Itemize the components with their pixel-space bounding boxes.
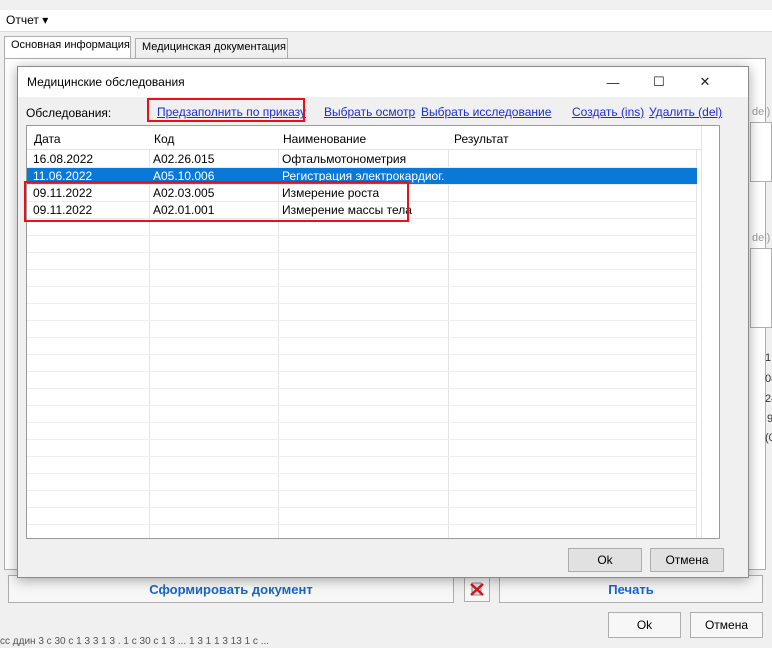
empty-table-row [27, 321, 697, 338]
highlight-new-rows [24, 181, 409, 222]
minimize-button[interactable]: — [590, 67, 636, 97]
empty-table-row [27, 457, 697, 474]
bg-fragment-24: 24 [765, 393, 772, 405]
column-header-result[interactable]: Результат [454, 132, 509, 146]
empty-table-row [27, 372, 697, 389]
bg-list-box-2 [750, 248, 772, 328]
empty-table-row [27, 236, 697, 253]
column-header-code[interactable]: Код [154, 132, 174, 146]
tab-main-info[interactable]: Основная информация [4, 36, 131, 58]
maximize-button[interactable]: ☐ [636, 67, 682, 97]
bg-delete-fragment: del) [752, 106, 771, 118]
empty-table-row [27, 355, 697, 372]
ok-button[interactable]: Ok [568, 548, 642, 572]
bg-fragment-9: 9 [767, 413, 772, 425]
empty-table-row [27, 423, 697, 440]
table-header: Дата Код Наименование Результат [27, 126, 719, 150]
empty-table-row [27, 270, 697, 287]
bg-list-box [750, 122, 772, 182]
vertical-scrollbar[interactable] [701, 126, 719, 538]
print-button[interactable]: Печать [499, 575, 763, 603]
bg-delete-fragment-2: del) [752, 232, 771, 244]
minimize-icon: — [606, 74, 620, 90]
column-header-date[interactable]: Дата [34, 132, 61, 146]
tab-medical-docs[interactable]: Медицинская документация [135, 38, 288, 58]
cell-name: Офтальмотонометрия [282, 152, 407, 166]
table-row[interactable]: 16.08.2022 A02.26.015 Офтальмотонометрия [27, 151, 697, 168]
delete-document-button[interactable] [464, 576, 490, 602]
empty-table-row [27, 508, 697, 525]
empty-table-row [27, 389, 697, 406]
empty-table-row [27, 253, 697, 270]
choose-exam-link[interactable]: Выбрать осмотр [324, 105, 415, 119]
examinations-label: Обследования: [26, 106, 112, 120]
bg-fragment-0: (0 [765, 432, 772, 444]
choose-study-link[interactable]: Выбрать исследование [421, 105, 551, 119]
empty-table-row [27, 491, 697, 508]
generate-document-button[interactable]: Сформировать документ [8, 575, 454, 603]
empty-table-row [27, 440, 697, 457]
menu-bar: Отчет ▾ [0, 10, 772, 32]
bg-fragment-08: 08 [765, 373, 772, 385]
empty-table-row [27, 338, 697, 355]
dialog-titlebar: Медицинские обследования — ☐ ✕ [18, 67, 748, 97]
bg-fragment-1: 1 [765, 352, 772, 364]
cancel-button[interactable]: Отмена [650, 548, 724, 572]
close-icon: ✕ [699, 74, 711, 89]
bg-ok-button[interactable]: Ok [608, 612, 681, 638]
delete-icon [470, 582, 484, 596]
dialog-title: Медицинские обследования [27, 75, 185, 89]
cell-date: 16.08.2022 [33, 152, 94, 166]
close-button[interactable]: ✕ [682, 67, 728, 97]
delete-link[interactable]: Удалить (del) [649, 105, 722, 119]
column-header-name[interactable]: Наименование [283, 132, 366, 146]
status-bar: сс ддин 3 с 30 с 1 3 3 1 3 . 1 с 30 с 1 … [0, 636, 270, 647]
bg-cancel-button[interactable]: Отмена [690, 612, 763, 638]
highlight-prefill-link [147, 98, 305, 122]
report-menu[interactable]: Отчет ▾ [6, 13, 48, 27]
empty-table-row [27, 287, 697, 304]
empty-table-row [27, 474, 697, 491]
empty-table-row [27, 304, 697, 321]
create-link[interactable]: Создать (ins) [572, 105, 644, 119]
medical-examinations-dialog: Медицинские обследования — ☐ ✕ Обследова… [17, 66, 749, 578]
maximize-icon: ☐ [653, 74, 665, 89]
cell-code: A02.26.015 [153, 152, 215, 166]
empty-table-row [27, 406, 697, 423]
